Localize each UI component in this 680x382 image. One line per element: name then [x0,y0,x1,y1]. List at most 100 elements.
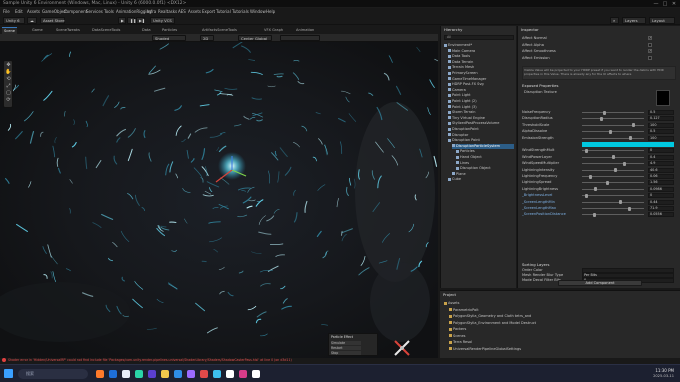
property-value-field[interactable]: 4.9 [648,161,674,167]
minimize-button[interactable]: — [652,1,660,7]
menu-export[interactable]: Export [202,9,215,14]
project-folder[interactable]: PolygonStylia_Geometry and Cloth tetrs_a… [449,314,531,319]
property-slider[interactable] [582,136,644,141]
taskbar-app-icon[interactable] [96,370,104,378]
tab-project[interactable]: Project [440,291,459,298]
toggle-checkbox[interactable] [648,42,652,47]
scale-icon[interactable]: ⤢ [5,83,12,90]
property-value-field[interactable]: 40.6 [648,167,674,173]
clock-date[interactable]: 2025-03-11 [634,374,674,378]
hierarchy-item[interactable]: GameTimeManager [448,77,514,82]
menu-services[interactable]: Services [86,9,103,14]
project-folder[interactable]: Assets [444,301,459,306]
hierarchy-item[interactable]: Disruption Object [456,166,514,171]
menu-file[interactable]: File [3,9,10,14]
property-slider[interactable] [582,123,644,128]
slider-handle[interactable] [628,206,632,211]
hierarchy-item[interactable]: Lines [456,161,514,166]
hierarchy-item[interactable]: DisruptionParticleSystem [452,143,514,149]
hierarchy-item[interactable]: Point Light [448,93,514,98]
tab-game[interactable]: Game [30,27,45,34]
hand-icon[interactable]: ✋ [5,69,12,76]
hierarchy-item[interactable]: Cube [448,177,514,182]
version-control-button[interactable]: Unity VCS [150,17,175,24]
hierarchy-item[interactable]: Storm Terrain [448,110,514,115]
project-folder[interactable]: ParametrixPolt [449,308,479,313]
tab-vfx-graph[interactable]: VFX Graph [262,27,285,34]
tab-artifacts[interactable]: ArtifactsSceneTools [200,27,239,34]
slider-handle[interactable] [599,116,603,121]
console-status-bar[interactable]: Shader error in 'Hidden/UniversalRP' cou… [0,358,680,363]
menu-tools[interactable]: Tools [104,9,114,14]
property-value-field[interactable]: 0.0556 [648,212,674,218]
2d-toggle[interactable]: 2D [200,35,214,41]
restart-button[interactable]: Restart [331,346,361,350]
hierarchy-item[interactable]: HDRP Post-FX Svg [448,82,514,87]
layers-dropdown[interactable]: Layers [622,17,646,24]
menu-edit[interactable]: Edit [15,9,23,14]
property-slider[interactable] [582,206,644,211]
slider-handle[interactable] [611,155,615,160]
slider-handle[interactable] [614,168,618,173]
project-folder[interactable]: Packers [449,327,466,332]
hierarchy-item[interactable]: StylizedPostProcessVolume [448,121,514,126]
taskbar-app-icon[interactable] [239,370,247,378]
taskbar-search-input[interactable]: 搜索 [18,369,88,379]
taskbar-app-icon[interactable] [200,370,208,378]
property-slider[interactable] [582,116,644,121]
scene-viewport[interactable] [0,42,438,358]
property-value-field[interactable]: 71.9 [648,206,674,211]
cloud-icon[interactable]: ☁ [27,17,37,24]
tab-particles[interactable]: Particles [160,27,179,34]
property-value-field[interactable]: 0.0986 [648,186,674,192]
hierarchy-item[interactable]: Camera [448,88,514,93]
slider-handle[interactable] [593,187,597,192]
slider-handle[interactable] [608,129,612,134]
stop-button[interactable]: Stop [331,351,361,355]
slider-handle[interactable] [618,200,622,205]
property-value-field[interactable]: 0 [648,193,674,199]
toggle-checkbox[interactable]: ✓ [648,49,652,53]
account-button[interactable]: Unity 6 [3,17,25,24]
slider-handle[interactable] [623,161,627,166]
start-icon[interactable] [4,369,13,378]
hierarchy-item[interactable]: Main Camera [448,49,514,54]
tab-hierarchy[interactable]: Hierarchy [441,26,466,33]
property-slider[interactable] [582,180,644,185]
rotate-icon[interactable]: ⟲ [5,76,12,83]
slider-handle[interactable] [632,123,636,128]
project-folder[interactable]: UniversalRenderPipelineGlobalSettings [449,347,521,352]
section-exposed-properties[interactable]: Exposed Properties [522,83,559,88]
taskbar-app-icon[interactable] [226,370,234,378]
add-component-button[interactable]: Add Component [558,280,642,286]
pivot-mode-dropdown[interactable]: Center Global [238,35,272,41]
tab-scene[interactable]: Scene [2,27,17,34]
play-icon[interactable]: ▶ [118,17,126,24]
property-slider[interactable] [582,155,644,160]
taskbar-app-icon[interactable] [148,370,156,378]
hierarchy-item[interactable]: Point Light (3) [448,105,514,110]
property-value-field[interactable]: 100 [648,122,674,128]
menu-assets[interactable]: Assets [27,9,40,14]
section-sorting[interactable]: Sorting Layers [522,262,549,267]
property-slider[interactable] [582,168,644,173]
menu-tutorials[interactable]: Tutorials [232,9,249,14]
slider-handle[interactable] [602,110,606,115]
property-slider[interactable] [582,129,644,134]
property-slider[interactable] [582,212,644,217]
simulate-button[interactable]: Simulate [331,341,361,345]
slider-handle[interactable] [592,212,596,217]
taskbar-app-icon[interactable] [252,370,260,378]
property-slider[interactable] [582,110,644,115]
transform-icon[interactable]: ⟳ [5,97,12,104]
clock-time[interactable]: 11:30 PM [634,368,674,373]
hierarchy-item[interactable]: Environment* [444,43,514,48]
tab-datascenetools[interactable]: DataSceneTools [90,27,122,34]
project-folder[interactable]: Scenes [449,334,466,339]
taskbar-app-icon[interactable] [161,370,169,378]
color-swatch[interactable] [582,142,674,147]
slider-handle[interactable] [605,180,609,185]
hierarchy-item[interactable]: Hand Object [456,155,514,160]
property-value-field[interactable]: 100 [648,135,674,141]
hierarchy-item[interactable]: PrimaryScreen [448,71,514,76]
